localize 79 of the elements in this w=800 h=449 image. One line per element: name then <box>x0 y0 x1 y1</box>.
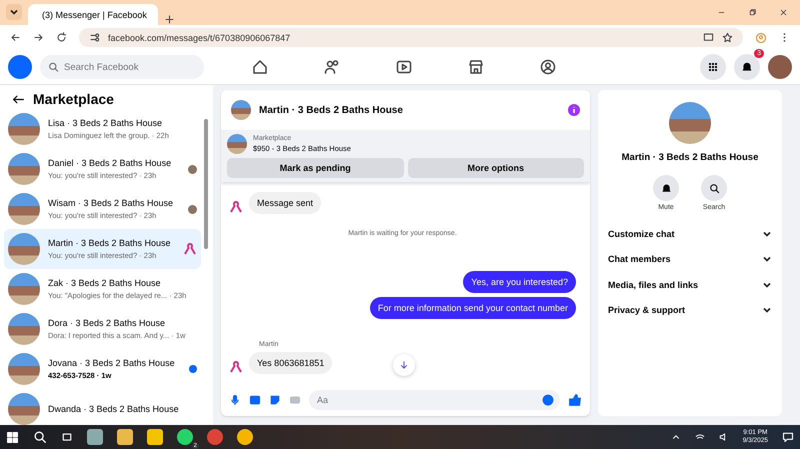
house-photo-placeholder <box>8 193 40 225</box>
message-bubble: Message sent <box>249 192 322 214</box>
address-bar[interactable]: facebook.com/messages/t/670380906067847 <box>79 28 743 47</box>
house-photo-placeholder <box>8 273 40 305</box>
chevron-icon[interactable] <box>9 7 19 17</box>
menu-button[interactable] <box>700 54 726 80</box>
seen-avatar <box>188 204 197 214</box>
profile-circle-icon[interactable] <box>540 59 556 75</box>
search-icon[interactable] <box>33 430 47 444</box>
windows-start-icon[interactable] <box>6 430 19 444</box>
notifications-button[interactable] <box>734 54 760 80</box>
chevron-icon[interactable] <box>762 305 772 316</box>
video-icon[interactable] <box>396 59 412 75</box>
home-icon[interactable] <box>252 59 268 75</box>
info-icon[interactable] <box>568 104 580 116</box>
ribbon-icon <box>183 242 197 256</box>
conversation-name: Zak · 3 Beds 2 Baths House <box>48 278 162 288</box>
house-photo-placeholder <box>8 233 40 265</box>
house-photo-placeholder <box>8 393 40 425</box>
browser-tab[interactable]: (3) Messenger | Facebook <box>28 4 158 25</box>
chevron-icon[interactable] <box>762 254 772 264</box>
conversation-name: Lisa · 3 Beds 2 Baths House <box>48 118 164 128</box>
forward-icon[interactable] <box>33 32 44 43</box>
house-photo-placeholder <box>231 100 251 120</box>
new-tab-icon[interactable] <box>164 14 175 25</box>
avatar[interactable] <box>768 55 792 79</box>
taskbar-app-icon[interactable] <box>87 429 103 445</box>
house-photo-placeholder <box>8 113 40 145</box>
unread-dot <box>189 365 197 373</box>
message-bubble: For more information send your contact number <box>370 297 576 319</box>
down-arrow-icon[interactable] <box>399 360 409 370</box>
site-settings-icon[interactable] <box>89 32 100 43</box>
conversation-name: Daniel · 3 Beds 2 Baths House <box>48 158 172 168</box>
sidebar-title: Marketplace <box>33 91 114 107</box>
conversation-name: Dwanda · 3 Beds 2 Baths House <box>48 404 180 414</box>
chat-title: Martin · 3 Beds 2 Baths House <box>259 104 404 116</box>
tab-list-button[interactable] <box>6 4 22 20</box>
restore-icon[interactable] <box>748 8 757 17</box>
search-field[interactable]: Search Facebook <box>40 55 204 79</box>
house-photo-placeholder <box>8 353 40 385</box>
back-arrow-icon[interactable] <box>12 92 25 106</box>
conversation-name: Jovana · 3 Beds 2 Baths House <box>48 358 176 368</box>
house-photo-placeholder <box>8 313 40 345</box>
thumbs-up-icon[interactable] <box>568 393 582 407</box>
grid-icon[interactable] <box>707 61 719 73</box>
people-icon[interactable] <box>324 59 340 75</box>
microphone-icon[interactable] <box>229 394 241 406</box>
conversation-name: Dora · 3 Beds 2 Baths House <box>48 318 166 328</box>
details-section[interactable]: Chat members <box>598 246 782 272</box>
bell-icon[interactable] <box>660 182 672 194</box>
details-section[interactable]: Media, files and links <box>598 272 782 298</box>
message-input[interactable]: Aa <box>309 390 560 410</box>
task-view-icon[interactable] <box>61 431 73 443</box>
ribbon-icon <box>229 200 243 214</box>
conversation-name: Martin · 3 Beds 2 Baths House <box>48 238 172 248</box>
back-icon[interactable] <box>10 32 21 43</box>
scrollbar[interactable] <box>204 119 208 249</box>
listing-action-button[interactable]: More options <box>408 158 584 178</box>
ribbon-icon <box>229 360 243 374</box>
house-photo-placeholder <box>669 102 711 144</box>
house-photo-placeholder <box>227 134 247 154</box>
details-section[interactable]: Privacy & support <box>598 298 782 323</box>
star-icon[interactable] <box>722 32 733 43</box>
conversation-name: Wisam · 3 Beds 2 Baths House <box>48 198 174 208</box>
notification-icon[interactable] <box>782 431 794 443</box>
details-section[interactable]: Customize chat <box>598 221 782 246</box>
close-icon[interactable] <box>779 8 788 17</box>
store-icon[interactable] <box>468 59 484 75</box>
reload-icon[interactable] <box>56 32 67 43</box>
message-bubble: Yes, are you interested? <box>463 271 576 293</box>
scroll-down-button[interactable] <box>393 354 415 376</box>
listing-action-button[interactable]: Mark as pending <box>227 158 404 178</box>
chat-title: Martin · 3 Beds 2 Baths House <box>622 152 758 163</box>
conversation-item[interactable]: Dwanda · 3 Beds 2 Baths House <box>4 389 201 425</box>
bell-icon[interactable] <box>741 61 753 73</box>
house-photo-placeholder <box>8 153 40 185</box>
search-icon[interactable] <box>708 182 720 194</box>
seen-avatar <box>188 164 197 174</box>
message-bubble: Yes 8063681851 <box>249 352 332 374</box>
